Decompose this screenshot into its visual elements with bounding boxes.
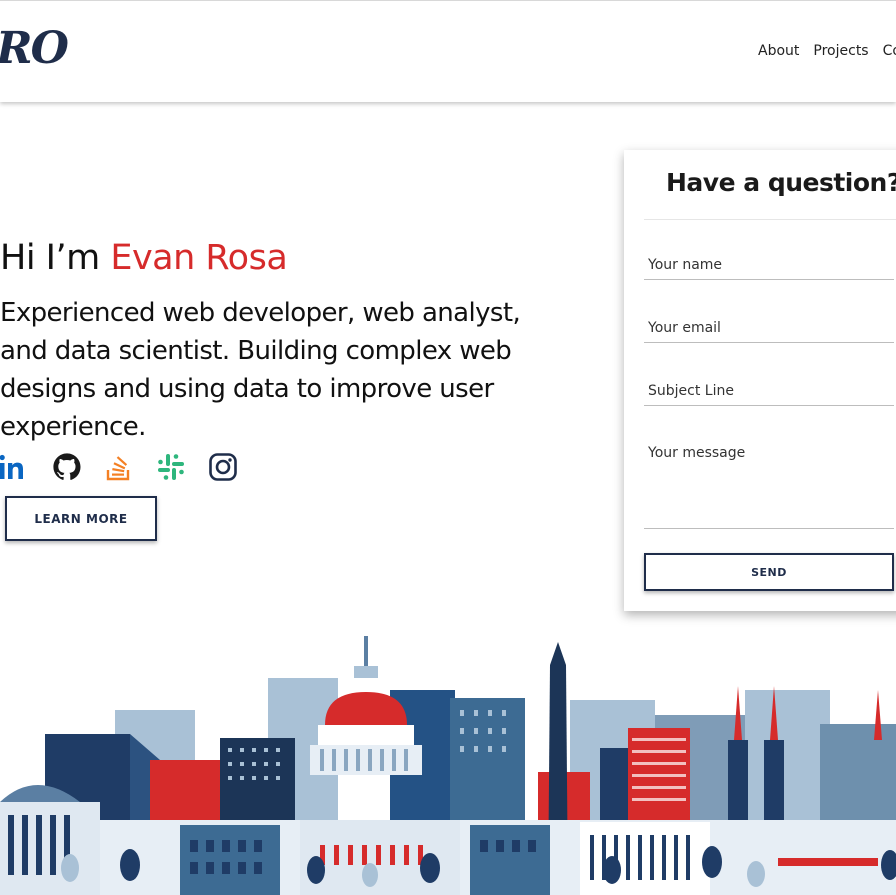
contact-title: Have a question? <box>666 168 896 197</box>
site-header: RO About Projects Contact <box>0 0 896 102</box>
hero-name: Evan Rosa <box>110 238 288 278</box>
github-icon[interactable] <box>52 452 82 482</box>
social-links <box>0 452 238 482</box>
main-nav: About Projects Contact <box>758 43 896 59</box>
contact-card: Have a question? SEND <box>624 150 896 611</box>
hero-subtitle: Experienced web developer, web analyst, … <box>0 298 521 442</box>
city-skyline-illustration <box>0 636 896 895</box>
name-input[interactable] <box>644 257 894 280</box>
nav-projects[interactable]: Projects <box>813 43 868 59</box>
subject-input[interactable] <box>644 383 894 406</box>
stackoverflow-icon[interactable] <box>104 452 134 482</box>
nav-about[interactable]: About <box>758 43 799 59</box>
instagram-icon[interactable] <box>208 452 238 482</box>
hero-title: Hi I’m Evan Rosa <box>0 238 288 278</box>
learn-more-button[interactable]: LEARN MORE <box>5 496 157 541</box>
message-textarea[interactable] <box>644 445 894 529</box>
site-logo[interactable]: RO <box>0 23 69 74</box>
contact-divider <box>644 219 896 220</box>
linkedin-icon[interactable] <box>0 452 30 482</box>
hero-greeting: Hi I’m <box>0 238 111 278</box>
email-input[interactable] <box>644 320 894 343</box>
slack-icon[interactable] <box>156 452 186 482</box>
nav-contact[interactable]: Contact <box>883 43 896 59</box>
send-button[interactable]: SEND <box>644 553 894 591</box>
